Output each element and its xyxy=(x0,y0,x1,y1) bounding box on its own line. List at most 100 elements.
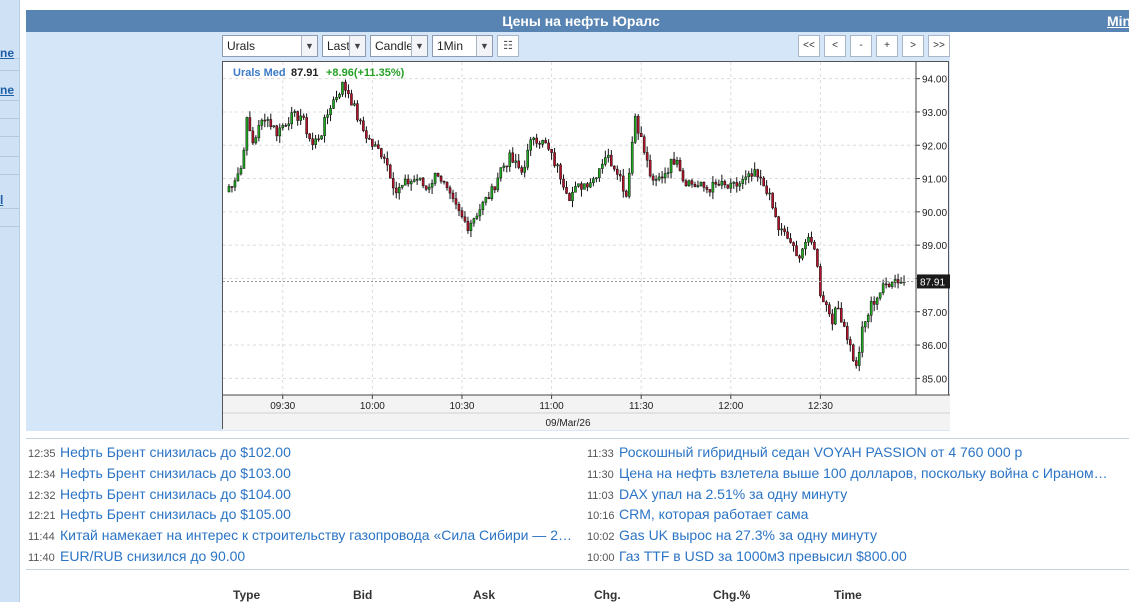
candlestick xyxy=(681,167,685,183)
candlestick xyxy=(777,215,780,236)
candle-body xyxy=(484,197,488,203)
candlestick xyxy=(678,157,682,172)
news-headline-link[interactable]: Gas UK вырос на 27.3% за одну минуту xyxy=(619,527,877,543)
candlestick xyxy=(732,180,736,189)
candlestick xyxy=(636,113,640,140)
candlestick xyxy=(759,169,762,186)
candlestick xyxy=(562,174,565,191)
candle-body xyxy=(326,114,329,118)
news-item[interactable]: 11:44 Китай намекает на интерес к строите… xyxy=(28,527,584,545)
candle-body xyxy=(854,360,858,366)
last-price-label: 87.91 xyxy=(920,277,945,288)
news-time: 12:32 xyxy=(28,489,56,502)
candlestick xyxy=(872,296,876,312)
candlestick xyxy=(878,292,882,301)
chart-type-value: Candle xyxy=(375,39,414,53)
zoom-in-button[interactable]: + xyxy=(876,35,898,57)
candlestick xyxy=(317,134,320,142)
news-headline-link[interactable]: DAX упал на 2.51% за одну минуту xyxy=(619,486,847,502)
sidebar-link-2[interactable]: ne xyxy=(0,83,14,97)
candle-body xyxy=(696,185,700,187)
table-view-icon[interactable]: ☷ xyxy=(497,35,519,57)
candle-body xyxy=(768,192,771,195)
candle-body xyxy=(875,297,879,305)
candlestick xyxy=(362,116,365,133)
news-headline-link[interactable]: Цена на нефть взлетела выше 100 долларов… xyxy=(619,465,1108,481)
candlestick xyxy=(825,300,828,312)
candle-body xyxy=(795,245,798,257)
candle-body xyxy=(645,152,649,161)
candlestick xyxy=(532,136,535,146)
candle-body xyxy=(777,216,780,231)
news-item[interactable]: 11:03 DAX упал на 2.51% за одну минуту xyxy=(587,486,1117,504)
interval-select[interactable]: 1Min ▼ xyxy=(432,35,493,57)
candlestick xyxy=(837,300,840,310)
news-item[interactable]: 11:40 EUR/RUB снизился до 90.00 xyxy=(28,548,584,566)
candle-body xyxy=(556,164,559,167)
candle-body xyxy=(517,160,521,168)
nav-next-button[interactable]: > xyxy=(902,35,924,57)
candle-body xyxy=(475,215,479,219)
price-chart[interactable]: 94.0093.0092.0091.0090.0089.0088.0087.00… xyxy=(222,61,950,430)
candlestick xyxy=(607,148,610,163)
sidebar-link-3[interactable]: l xyxy=(0,193,3,207)
news-item[interactable]: 10:00 Газ TTF в USD за 1000м3 превысил $8… xyxy=(587,548,1117,566)
news-headline-link[interactable]: CRM, которая работает сама xyxy=(619,506,808,522)
legend-change: +8.96(+11.35%) xyxy=(326,67,405,79)
news-headline-link[interactable]: Роскошный гибридный седан VOYAH PASSION … xyxy=(619,444,1022,460)
nav-first-button[interactable]: << xyxy=(798,35,820,57)
candle-body xyxy=(780,228,783,231)
candlestick xyxy=(409,179,413,191)
x-tick-label: 10:00 xyxy=(360,401,385,412)
news-headline-link[interactable]: EUR/RUB снизился до 90.00 xyxy=(60,548,245,564)
news-headline-link[interactable]: Нефть Брент снизилась до $102.00 xyxy=(60,444,291,460)
candle-body xyxy=(857,352,861,366)
candle-body xyxy=(505,165,509,168)
candlestick xyxy=(505,165,509,173)
candlestick xyxy=(448,185,452,200)
candle-body xyxy=(308,133,311,139)
news-item[interactable]: 11:33 Роскошный гибридный седан VOYAH PAS… xyxy=(587,444,1117,462)
nav-last-button[interactable]: >> xyxy=(928,35,950,57)
candlestick xyxy=(275,124,279,142)
news-headline-link[interactable]: Газ TTF в USD за 1000м3 превысил $800.00 xyxy=(619,548,907,564)
candlestick xyxy=(227,184,231,193)
candle-body xyxy=(332,99,335,109)
news-headline-link[interactable]: Нефть Брент снизилась до $105.00 xyxy=(60,506,291,522)
candlestick xyxy=(624,189,628,198)
candlestick xyxy=(702,181,706,192)
candle-body xyxy=(840,308,843,323)
news-headline-link[interactable]: Нефть Брент снизилась до $104.00 xyxy=(60,486,291,502)
interval-value: 1Min xyxy=(437,39,464,53)
zoom-out-button[interactable]: - xyxy=(850,35,872,57)
chart-type-select[interactable]: Candle ▼ xyxy=(370,35,428,57)
news-item[interactable]: 12:21 Нефть Брент снизилась до $105.00 xyxy=(28,506,584,524)
news-item[interactable]: 12:35 Нефть Брент снизилась до $102.00 xyxy=(28,444,584,462)
nav-prev-button[interactable]: < xyxy=(824,35,846,57)
candle-body xyxy=(529,139,532,151)
candlestick xyxy=(502,162,506,172)
candlestick xyxy=(857,346,861,372)
candle-body xyxy=(457,204,461,211)
news-item[interactable]: 10:16 CRM, которая работает сама xyxy=(587,506,1117,524)
news-item[interactable]: 10:02 Gas UK вырос на 27.3% за одну минут… xyxy=(587,527,1117,545)
news-item[interactable]: 11:30 Цена на нефть взлетела выше 100 дол… xyxy=(587,465,1117,483)
candlestick xyxy=(711,176,715,200)
candle-body xyxy=(383,156,386,159)
candle-body xyxy=(487,197,491,200)
news-headline-link[interactable]: Китай намекает на интерес к строительств… xyxy=(60,527,572,543)
candlestick xyxy=(469,219,473,238)
candlestick xyxy=(851,343,855,363)
candle-body xyxy=(726,184,730,189)
sidebar-link-1[interactable]: ne xyxy=(0,46,14,60)
candlestick xyxy=(517,154,521,170)
symbol-select[interactable]: Urals ▼ xyxy=(222,35,318,57)
candle-body xyxy=(460,210,464,218)
news-item[interactable]: 12:32 Нефть Брент снизилась до $104.00 xyxy=(28,486,584,504)
candlestick xyxy=(762,176,765,187)
min-link[interactable]: Min xyxy=(1107,13,1129,29)
candle-body xyxy=(592,178,595,184)
news-headline-link[interactable]: Нефть Брент снизилась до $103.00 xyxy=(60,465,291,481)
news-item[interactable]: 12:34 Нефть Брент снизилась до $103.00 xyxy=(28,465,584,483)
price-type-select[interactable]: Last ▼ xyxy=(322,35,366,57)
